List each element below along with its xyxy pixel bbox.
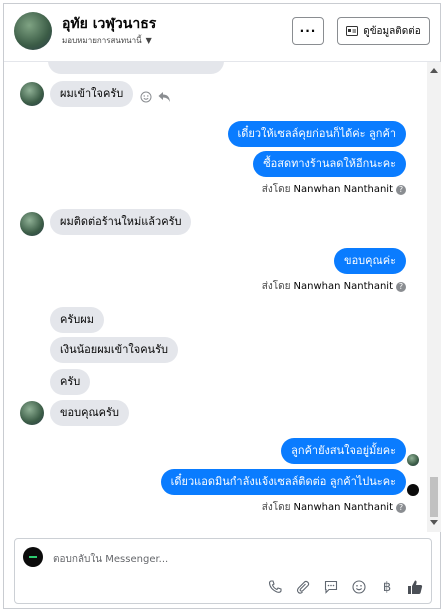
reply-input-placeholder[interactable]: ตอบกลับใน Messenger...	[53, 552, 168, 567]
seen-indicator-avatar	[407, 454, 419, 466]
message-incoming[interactable]: ครับ	[50, 369, 91, 395]
chat-header: อุทัย เวฬุวนาธร มอบหมายการสนทนานี้ ▼ ···…	[4, 4, 440, 62]
contact-avatar-small	[20, 82, 44, 106]
sent-by-prefix: ส่งโดย	[261, 502, 291, 513]
sent-by-name: Nanwhan Nanthanit	[293, 184, 393, 195]
view-contact-label: ดูข้อมูลติดต่อ	[363, 25, 421, 37]
chat-window: อุทัย เวฬุวนาธร มอบหมายการสนทนานี้ ▼ ···…	[3, 3, 441, 609]
scrollbar[interactable]	[427, 62, 441, 532]
reply-composer[interactable]: ตอบกลับใน Messenger... ฿	[14, 538, 432, 604]
sent-by-prefix: ส่งโดย	[261, 281, 291, 292]
more-options-button[interactable]: ···	[292, 17, 324, 45]
baht-icon[interactable]: ฿	[379, 579, 395, 595]
message-incoming[interactable]: เงินน้อยผมเข้าใจคนรับ	[50, 337, 178, 363]
contact-avatar[interactable]	[14, 12, 52, 50]
caret-down-icon: ▼	[145, 36, 152, 45]
more-icon: ···	[299, 24, 317, 38]
phone-icon[interactable]	[267, 579, 283, 595]
message-incoming[interactable]: ครับผม	[50, 307, 104, 333]
sent-by-name: Nanwhan Nanthanit	[293, 281, 393, 292]
sent-by-label: ส่งโดย Nanwhan Nanthanit ?	[262, 279, 406, 294]
message-outgoing[interactable]: ซื้อสดทางร้านลดให้อีกนะคะ	[253, 151, 406, 177]
sent-by-prefix: ส่งโดย	[261, 184, 291, 195]
contact-card-icon	[346, 26, 359, 36]
message-thread: ผมเข้าใจครับ เดี๋ยวให้เซลล์คุยก่อนก็ได้ค…	[4, 62, 442, 532]
contact-name[interactable]: อุทัย เวฬุวนาธร	[62, 13, 156, 35]
message-outgoing[interactable]: เดี๋ยวให้เซลล์คุยก่อนก็ได้ค่ะ ลูกค้า	[227, 121, 406, 147]
message-incoming[interactable]: ผมติดต่อร้านใหม่แล้วครับ	[50, 209, 192, 235]
message-incoming[interactable]: ผมเข้าใจครับ	[50, 81, 134, 107]
composer-toolbar: ฿	[267, 579, 423, 595]
quick-reply-icon[interactable]	[323, 579, 339, 595]
contact-avatar-small	[20, 212, 44, 236]
emoji-icon[interactable]	[351, 579, 367, 595]
help-icon[interactable]: ?	[396, 184, 406, 195]
sent-by-label: ส่งโดย Nanwhan Nanthanit ?	[262, 182, 406, 197]
reply-icon[interactable]	[158, 91, 171, 103]
message-outgoing[interactable]: เดี๋ยวแอดมินกำลังแจ้งเซลล์ติดต่อ ลูกค้าไ…	[160, 469, 406, 495]
page-avatar	[407, 484, 419, 496]
scroll-up-arrow[interactable]	[430, 68, 438, 73]
message-incoming-partial	[48, 62, 224, 74]
paperclip-icon[interactable]	[295, 579, 311, 595]
contact-avatar-small	[20, 401, 44, 425]
help-icon[interactable]: ?	[396, 502, 406, 513]
view-contact-button[interactable]: ดูข้อมูลติดต่อ	[337, 17, 430, 45]
assign-conversation-dropdown[interactable]: มอบหมายการสนทนานี้ ▼	[62, 34, 152, 47]
scroll-down-arrow[interactable]	[430, 520, 438, 525]
message-outgoing[interactable]: ขอบคุณค่ะ	[334, 248, 406, 274]
message-incoming[interactable]: ขอบคุณครับ	[50, 400, 129, 426]
page-avatar	[23, 547, 43, 567]
scrollbar-thumb[interactable]	[430, 477, 438, 517]
message-outgoing[interactable]: ลูกค้ายังสนใจอยู่มั้ยคะ	[281, 438, 406, 464]
sent-by-name: Nanwhan Nanthanit	[293, 502, 393, 513]
react-emoji-icon[interactable]	[140, 91, 152, 103]
help-icon[interactable]: ?	[396, 281, 406, 292]
assign-label: มอบหมายการสนทนานี้	[62, 36, 142, 45]
sent-by-label: ส่งโดย Nanwhan Nanthanit ?	[262, 500, 406, 515]
thumbs-up-icon[interactable]	[407, 579, 423, 595]
